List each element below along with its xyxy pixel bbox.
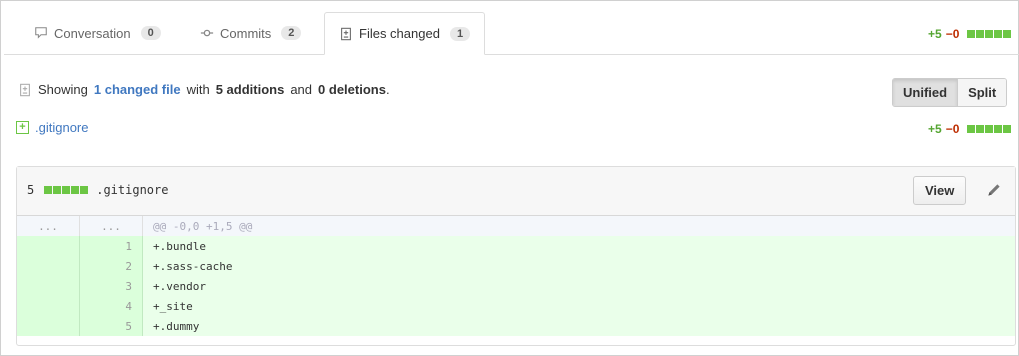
pencil-icon[interactable] bbox=[985, 181, 1003, 199]
changed-files-link[interactable]: 1 changed file bbox=[94, 82, 181, 97]
diffstat-summary: +5 −0 bbox=[928, 27, 1012, 41]
line-num-right[interactable]: 2 bbox=[79, 256, 143, 276]
summary-prefix: Showing bbox=[38, 82, 88, 97]
deletions-text: 0 deletions bbox=[318, 82, 386, 97]
file-link[interactable]: .gitignore bbox=[35, 120, 88, 135]
view-mode-toggle: Unified Split bbox=[892, 78, 1008, 107]
file-change-count: 5 bbox=[27, 183, 35, 197]
file-diff: 5 .gitignore View ... ... @@ -0,0 +1,5 @… bbox=[16, 166, 1016, 346]
file-header: 5 .gitignore View bbox=[17, 167, 1015, 216]
line-code: +.sass-cache bbox=[142, 256, 1015, 276]
diffstat-blocks bbox=[44, 186, 89, 194]
file-added-icon: + bbox=[16, 121, 29, 134]
line-code: +.vendor bbox=[142, 276, 1015, 296]
additions-count: +5 bbox=[928, 122, 942, 136]
file-diff-icon bbox=[20, 83, 30, 96]
diffstat-blocks bbox=[967, 125, 1012, 133]
commit-icon bbox=[200, 29, 214, 37]
tab-label: Files changed bbox=[359, 26, 440, 41]
line-num-left bbox=[17, 316, 80, 336]
line-num-right[interactable]: 4 bbox=[79, 296, 143, 316]
additions-count: +5 bbox=[928, 27, 942, 41]
summary-mid: and bbox=[290, 82, 313, 97]
tab-count: 0 bbox=[140, 26, 161, 40]
deletions-count: −0 bbox=[945, 27, 960, 41]
tab-count: 2 bbox=[281, 26, 302, 40]
split-button[interactable]: Split bbox=[958, 79, 1007, 106]
view-file-button[interactable]: View bbox=[913, 176, 967, 205]
additions-text: 5 additions bbox=[215, 82, 285, 97]
line-code: +.bundle bbox=[142, 236, 1015, 256]
diff-line: 1 +.bundle bbox=[17, 236, 1015, 256]
summary-mid: with bbox=[186, 82, 210, 97]
hunk-header: ... ... @@ -0,0 +1,5 @@ bbox=[17, 216, 1015, 236]
line-code: +_site bbox=[142, 296, 1015, 316]
file-diffstat: +5 −0 bbox=[928, 122, 1012, 136]
diffstat-blocks bbox=[967, 30, 1012, 38]
comment-icon bbox=[35, 27, 47, 39]
tab-conversation[interactable]: Conversation 0 bbox=[34, 12, 161, 54]
diff-table: ... ... @@ -0,0 +1,5 @@ 1 +.bundle 2 +.s… bbox=[17, 216, 1015, 336]
tab-commits[interactable]: Commits 2 bbox=[200, 12, 302, 54]
tab-label: Commits bbox=[220, 25, 272, 41]
line-num-left bbox=[17, 236, 80, 256]
diff-line: 2 +.sass-cache bbox=[17, 256, 1015, 276]
line-num-left bbox=[17, 296, 80, 316]
unified-button[interactable]: Unified bbox=[893, 79, 959, 106]
tab-files-changed[interactable]: Files changed 1 bbox=[324, 12, 486, 55]
diff-summary: Showing 1 changed file with 5 additions … bbox=[18, 82, 390, 97]
deletions-count: −0 bbox=[945, 122, 960, 136]
file-list-item[interactable]: + .gitignore bbox=[16, 120, 88, 135]
diff-line: 3 +.vendor bbox=[17, 276, 1015, 296]
file-name: .gitignore bbox=[96, 183, 169, 197]
line-num-left bbox=[17, 256, 80, 276]
pr-tabs: Conversation 0 Commits 2 Files changed 1… bbox=[4, 0, 1019, 55]
line-num-left: ... bbox=[17, 216, 80, 236]
diff-line: 5 +.dummy bbox=[17, 316, 1015, 336]
line-code: +.dummy bbox=[142, 316, 1015, 336]
summary-suffix: . bbox=[385, 82, 390, 97]
line-num-left bbox=[17, 276, 80, 296]
tab-count: 1 bbox=[449, 26, 471, 41]
diff-line: 4 +_site bbox=[17, 296, 1015, 316]
hunk-text: @@ -0,0 +1,5 @@ bbox=[142, 216, 1015, 236]
line-num-right[interactable]: 3 bbox=[79, 276, 143, 296]
line-num-right[interactable]: 5 bbox=[79, 316, 143, 336]
tab-label: Conversation bbox=[54, 25, 131, 41]
diff-icon bbox=[341, 27, 351, 40]
line-num-right[interactable]: 1 bbox=[79, 236, 143, 256]
line-num-right: ... bbox=[79, 216, 143, 236]
